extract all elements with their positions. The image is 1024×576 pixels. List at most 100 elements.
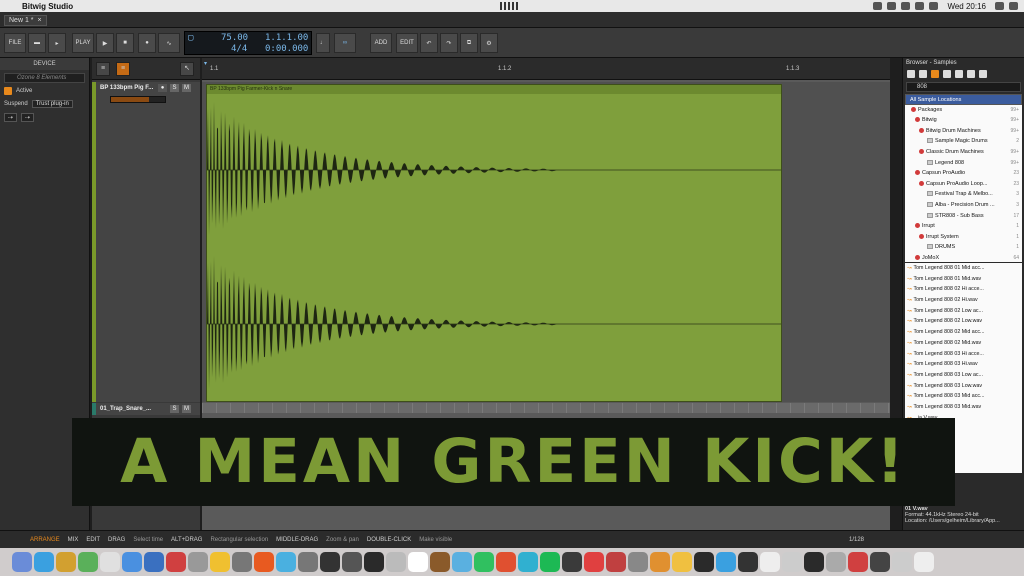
spotlight-icon[interactable] <box>995 2 1004 10</box>
input-routing[interactable]: ⇢ <box>4 112 18 122</box>
list-item[interactable]: ↝ Tom Legend 808 02 Low.wav <box>905 316 1022 327</box>
dock-app-icon[interactable] <box>56 552 76 572</box>
list-item[interactable]: ↝ Tom Legend 808 02 Hi.wav <box>905 295 1022 306</box>
settings-icon[interactable]: ⚙ <box>480 33 498 53</box>
dock-app-icon[interactable] <box>804 552 824 572</box>
list-item[interactable]: ↝ Tom Legend 808 02 Hi acce... <box>905 284 1022 295</box>
gmail-icon[interactable] <box>887 2 897 10</box>
redo-icon[interactable]: ↷ <box>440 33 458 53</box>
search-input[interactable]: 808 <box>906 82 1021 92</box>
dock-app-icon[interactable] <box>782 552 802 572</box>
playhead-icon[interactable]: ▾ <box>204 60 207 67</box>
dock-app-icon[interactable] <box>34 552 54 572</box>
dock-app-icon[interactable] <box>78 552 98 572</box>
dock-app-icon[interactable] <box>496 552 516 572</box>
samples-tab-icon[interactable] <box>931 70 939 78</box>
files-tab-icon[interactable] <box>979 70 987 78</box>
close-icon[interactable]: × <box>38 16 42 25</box>
dock-app-icon[interactable] <box>650 552 670 572</box>
tree-item[interactable]: Alba - Precision Drum ... 3 <box>905 200 1022 211</box>
dock-app-icon[interactable] <box>474 552 494 572</box>
clock[interactable]: Wed 20:16 <box>947 2 986 11</box>
list-item[interactable]: ↝ Tom Legend 808 03 Mid.wav <box>905 402 1022 413</box>
location-tree[interactable]: All Sample Locations Packages 99+ Bitwig 99+… <box>905 94 1022 262</box>
list-item[interactable]: ↝ Tom Legend 808 02 Mid acc... <box>905 327 1022 338</box>
dock-app-icon[interactable] <box>276 552 296 572</box>
tree-item[interactable]: Irrupt System 1 <box>905 232 1022 243</box>
stop-icon[interactable]: ■ <box>116 33 134 53</box>
add-button[interactable]: ADD <box>370 33 392 53</box>
notification-icon[interactable] <box>1009 2 1018 10</box>
edit-tab[interactable]: EDIT <box>86 537 100 543</box>
tempo-value[interactable]: 75.00 <box>221 33 248 43</box>
dock-app-icon[interactable] <box>342 552 362 572</box>
export-icon[interactable]: ▸ <box>48 33 66 53</box>
audio-clip[interactable]: BP 133bpm Pig Farmer-Kick n Snare <box>206 84 782 402</box>
solo-button[interactable]: S <box>170 84 179 92</box>
record-icon[interactable]: ● <box>138 33 156 53</box>
list-item[interactable]: ↝ Tom Legend 808 03 Hi.wav <box>905 359 1022 370</box>
tree-item[interactable]: All Sample Locations <box>905 94 1022 105</box>
metronome-icon[interactable]: ♩ <box>316 33 330 53</box>
dock-app-icon[interactable] <box>210 552 230 572</box>
loop-icon[interactable]: ▢ <box>188 33 193 43</box>
mix-tab[interactable]: MIX <box>68 537 79 543</box>
dock-app-icon[interactable] <box>672 552 692 572</box>
dock-app-icon[interactable] <box>298 552 318 572</box>
list-item[interactable]: ↝ Tom Legend 808 03 Low ac... <box>905 370 1022 381</box>
dock-app-icon[interactable] <box>914 552 934 572</box>
dock-app-icon[interactable] <box>628 552 648 572</box>
tree-item[interactable]: Bitwig Drum Machines 99+ <box>905 126 1022 137</box>
dock-app-icon[interactable] <box>254 552 274 572</box>
tree-item[interactable]: Capsun ProAudio 23 <box>905 168 1022 179</box>
play-menu-button[interactable]: PLAY <box>72 33 94 53</box>
list-item[interactable]: ↝ Tom Legend 808 01 Mid.wav <box>905 274 1022 285</box>
dock-app-icon[interactable] <box>408 552 428 572</box>
music-tab-icon[interactable] <box>967 70 975 78</box>
tree-item[interactable]: Irrupt 1 <box>905 221 1022 232</box>
dock-app-icon[interactable] <box>760 552 780 572</box>
tree-item[interactable]: Festival Trap & Melbo... 3 <box>905 189 1022 200</box>
track-1[interactable]: BP 133bpm Pig F... ● S M <box>92 82 200 402</box>
output-routing[interactable]: ⇢ <box>21 112 35 122</box>
wifi-icon[interactable] <box>915 2 925 10</box>
clips-tab-icon[interactable] <box>943 70 951 78</box>
active-toggle[interactable]: Active <box>4 86 85 96</box>
device-tab-icon[interactable] <box>907 70 915 78</box>
tree-item[interactable]: Legend 808 99+ <box>905 158 1022 169</box>
file-button[interactable]: FILE <box>4 33 26 53</box>
dock-app-icon[interactable] <box>540 552 560 572</box>
dock-app-icon[interactable] <box>12 552 32 572</box>
save-icon[interactable]: ▬ <box>28 33 46 53</box>
tree-item[interactable]: DRUMS 1 <box>905 242 1022 253</box>
multisample-tab-icon[interactable] <box>955 70 963 78</box>
dock-app-icon[interactable] <box>320 552 340 572</box>
automation-icon[interactable]: ∿ <box>158 33 180 53</box>
dock-app-icon[interactable] <box>562 552 582 572</box>
tree-item[interactable]: STR808 - Sub Bass 17 <box>905 211 1022 222</box>
dock-app-icon[interactable] <box>232 552 252 572</box>
suspend-select[interactable]: Trust plug-in <box>31 100 73 108</box>
copy-icon[interactable]: ⧉ <box>460 33 478 53</box>
track-2-name[interactable]: 01_Trap_Snare_... <box>100 406 151 412</box>
dock-app-icon[interactable] <box>364 552 384 572</box>
record-arm-icon[interactable]: ● <box>158 84 167 92</box>
dropbox-icon[interactable] <box>873 2 883 10</box>
checkbox-icon[interactable] <box>4 87 12 95</box>
dock-app-icon[interactable] <box>452 552 472 572</box>
tree-item[interactable]: Bitwig 99+ <box>905 115 1022 126</box>
tree-item[interactable]: Classic Drum Machines 99+ <box>905 147 1022 158</box>
volume-meter[interactable] <box>110 96 166 103</box>
track-list-icon[interactable]: ≡ <box>96 62 110 76</box>
dock-app-icon[interactable] <box>144 552 164 572</box>
solo-button[interactable]: S <box>170 405 179 413</box>
dock-app-icon[interactable] <box>188 552 208 572</box>
cloud-icon[interactable] <box>901 2 911 10</box>
app-name[interactable]: Bitwig Studio <box>22 2 73 11</box>
dock-app-icon[interactable] <box>870 552 890 572</box>
time-signature[interactable]: 4/4 <box>231 44 247 54</box>
dock-app-icon[interactable] <box>518 552 538 572</box>
dock-app-icon[interactable] <box>100 552 120 572</box>
pointer-tool-icon[interactable]: ↖ <box>180 62 194 76</box>
tree-item[interactable]: Sample Magic Drums 2 <box>905 136 1022 147</box>
